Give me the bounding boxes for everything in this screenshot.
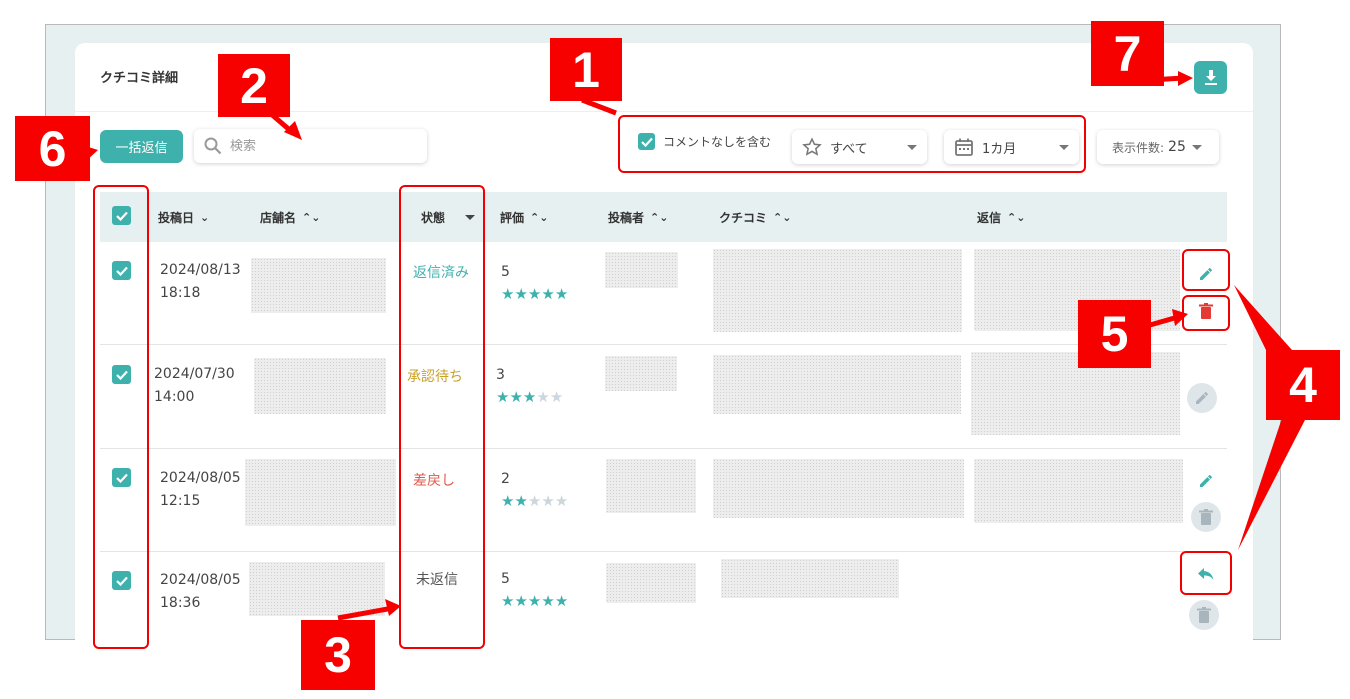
review-redacted	[713, 355, 961, 414]
star-filled-icon: ★	[514, 285, 528, 303]
review-redacted	[713, 459, 964, 518]
sort-icon: ⌃⌄	[1007, 211, 1026, 224]
edit-button[interactable]	[1191, 466, 1221, 496]
callout-3: 3	[301, 620, 375, 690]
review-redacted	[721, 559, 899, 598]
reply-button-highlight	[1180, 551, 1232, 595]
star-empty-icon: ★	[549, 388, 564, 406]
star-filled-icon: ★	[554, 592, 569, 610]
column-header-author[interactable]: 投稿者 ⌃⌄	[608, 209, 668, 226]
filter-group-highlight	[618, 115, 1086, 173]
checkbox-column-highlight	[93, 185, 149, 649]
sort-icon: ⌃⌄	[773, 211, 792, 224]
delete-button-disabled[interactable]	[1189, 600, 1219, 630]
star-empty-icon: ★	[536, 388, 550, 406]
star-rating: ★★★★★	[501, 592, 568, 610]
rating-value: 5	[501, 264, 510, 280]
rating-value: 5	[501, 571, 510, 587]
display-count-value: 25	[1168, 139, 1186, 155]
row-divider	[100, 344, 1227, 345]
star-filled-icon: ★	[541, 592, 555, 610]
edit-button-disabled[interactable]	[1187, 383, 1217, 413]
star-empty-icon: ★	[554, 492, 569, 510]
rating-value: 3	[496, 367, 505, 383]
star-filled-icon: ★	[527, 285, 542, 303]
search-icon	[204, 137, 222, 155]
star-empty-icon: ★	[541, 492, 555, 510]
chevron-down-icon	[1191, 144, 1202, 150]
star-filled-icon: ★	[527, 592, 542, 610]
delete-button-highlight	[1182, 295, 1230, 331]
author-redacted	[606, 563, 696, 603]
star-filled-icon: ★	[554, 285, 569, 303]
column-header-store[interactable]: 店舗名 ⌃⌄	[260, 209, 320, 226]
star-filled-icon: ★	[509, 388, 523, 406]
star-filled-icon: ★	[501, 592, 515, 610]
star-rating: ★★★★★	[501, 285, 568, 303]
callout-6: 6	[15, 116, 90, 181]
callout-2: 2	[218, 54, 290, 117]
star-filled-icon: ★	[514, 592, 528, 610]
star-filled-icon: ★	[496, 388, 510, 406]
store-name-redacted	[251, 258, 386, 313]
callout-7: 7	[1091, 21, 1164, 86]
row-date: 2024/08/05 12:15	[160, 470, 241, 509]
sort-icon: ⌃⌄	[302, 211, 321, 224]
column-header-rating[interactable]: 評価 ⌃⌄	[500, 209, 548, 226]
edit-button-highlight	[1182, 249, 1230, 291]
reply-redacted	[974, 459, 1183, 523]
download-button[interactable]	[1194, 61, 1227, 94]
store-name-redacted	[254, 358, 386, 414]
author-redacted	[606, 459, 696, 513]
trash-icon	[1197, 607, 1211, 623]
sort-icon: ⌃⌄	[650, 211, 669, 224]
column-header-review[interactable]: クチコミ ⌃⌄	[719, 209, 791, 226]
star-filled-icon: ★	[514, 492, 528, 510]
display-count-select[interactable]: 表示件数: 25	[1097, 130, 1219, 164]
callout-5: 5	[1078, 300, 1151, 368]
trash-icon	[1199, 509, 1213, 525]
star-filled-icon: ★	[522, 388, 537, 406]
review-redacted	[713, 249, 962, 332]
page-title: クチコミ詳細	[100, 71, 179, 86]
star-rating: ★★★★★	[496, 388, 563, 406]
row-date: 2024/08/05 18:36	[160, 572, 241, 611]
pencil-icon	[1196, 392, 1208, 404]
column-header-reply[interactable]: 返信 ⌃⌄	[977, 209, 1025, 226]
sort-desc-icon: ⌄	[200, 211, 210, 224]
bulk-reply-button[interactable]: 一括返信	[100, 130, 183, 163]
pencil-icon	[1200, 475, 1212, 487]
display-count-label: 表示件数:	[1112, 140, 1165, 155]
row-divider	[100, 448, 1227, 449]
status-column-highlight	[399, 185, 485, 649]
search-box	[194, 129, 427, 163]
column-header-date[interactable]: 投稿日 ⌄	[158, 209, 209, 226]
store-name-redacted	[249, 562, 385, 616]
star-rating: ★★★★★	[501, 492, 568, 510]
search-input[interactable]	[230, 138, 410, 154]
row-divider	[100, 551, 1227, 552]
rating-value: 2	[501, 471, 510, 487]
download-icon	[1204, 69, 1217, 85]
star-filled-icon: ★	[501, 492, 515, 510]
callout-4: 4	[1266, 350, 1340, 420]
star-empty-icon: ★	[527, 492, 542, 510]
row-date: 2024/07/30 14:00	[154, 366, 235, 405]
callout-1: 1	[550, 38, 622, 101]
store-name-redacted	[245, 459, 396, 526]
delete-button-disabled[interactable]	[1191, 502, 1221, 532]
star-filled-icon: ★	[541, 285, 555, 303]
star-filled-icon: ★	[501, 285, 515, 303]
author-redacted	[605, 356, 677, 391]
row-date: 2024/08/13 18:18	[160, 262, 241, 301]
sort-icon: ⌃⌄	[530, 211, 549, 224]
author-redacted	[605, 252, 678, 288]
